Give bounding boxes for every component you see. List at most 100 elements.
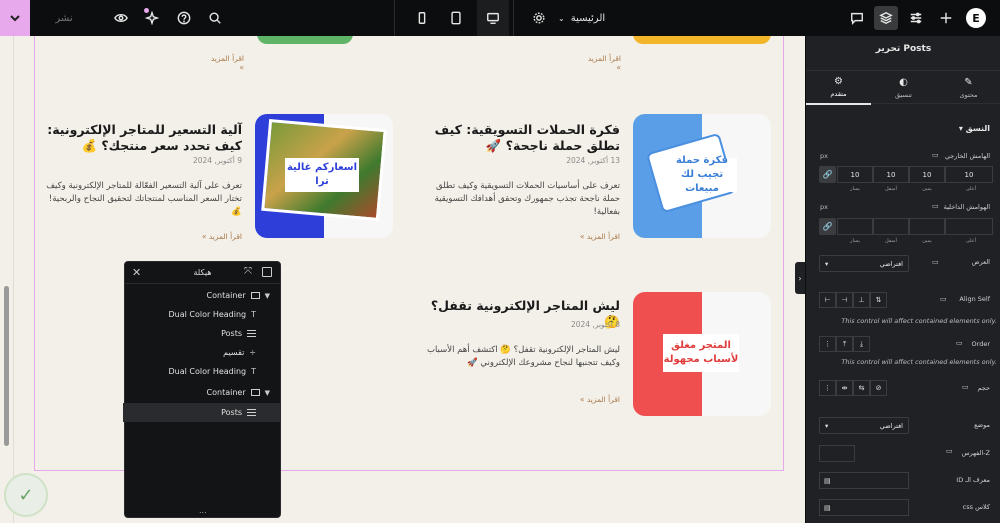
padding-bottom-input[interactable] xyxy=(873,218,909,235)
padding-right-input[interactable] xyxy=(909,218,945,235)
close-icon[interactable]: ✕ xyxy=(132,266,141,279)
post-thumb-partial xyxy=(633,36,771,44)
navigator-item-posts[interactable]: Posts xyxy=(123,403,280,422)
navigator-item-label: تقسيم xyxy=(223,348,245,357)
order-note: This control will affect contained eleme… xyxy=(841,358,997,366)
css-id-input[interactable]: ▤ xyxy=(819,472,909,489)
align-end-icon[interactable]: ⊥ xyxy=(853,292,870,308)
dynamic-tags-icon[interactable]: ▤ xyxy=(824,477,831,485)
margin-unit-select[interactable]: px xyxy=(820,152,828,160)
resize-handle[interactable]: ... xyxy=(199,506,207,515)
canvas-scrollbar[interactable] xyxy=(4,286,9,446)
padding-unit-select[interactable]: px xyxy=(820,203,828,211)
editor-canvas[interactable]: اقرأ المزيد » اقرأ المزيد » فكرة حملة تج… xyxy=(0,36,805,523)
padding-left-input[interactable] xyxy=(837,218,873,235)
site-settings-sliders-icon[interactable] xyxy=(907,6,925,30)
caret-down-icon[interactable]: ▼ xyxy=(265,389,270,397)
dock-icon[interactable] xyxy=(262,267,272,277)
position-label: موضع xyxy=(974,421,990,429)
align-start-icon[interactable]: ⊢ xyxy=(819,292,836,308)
margin-right-input[interactable]: 10 xyxy=(909,166,945,183)
chevron-down-icon: ▾ xyxy=(825,421,829,430)
position-select[interactable]: ▾ افتراضي xyxy=(819,417,909,434)
expand-all-icon[interactable]: ⤧ xyxy=(244,266,252,277)
mobile-device-icon[interactable] xyxy=(413,6,431,30)
post-thumbnail[interactable]: فكرة حملة تجيب لك مبيعات xyxy=(633,114,771,238)
order-first-icon[interactable]: ⤒ xyxy=(836,336,853,352)
link-values-icon[interactable]: 🔗 xyxy=(819,218,836,235)
navigator-item-posts[interactable]: Posts xyxy=(123,324,280,343)
tab-advanced[interactable]: ⚙ متقدم xyxy=(806,71,871,105)
structure-navigator[interactable]: ✕ هيكلة ⤧ Container ▼ Dual Color Heading… xyxy=(123,261,281,518)
none-icon[interactable]: ⊘ xyxy=(870,380,887,396)
tab-style[interactable]: ◐ تنسيق xyxy=(871,71,936,105)
thumb-caption: المتجر مغلق لأسباب مجهولة xyxy=(663,334,739,372)
padding-top-input[interactable] xyxy=(945,218,993,235)
panel-tabs: ⚙ متقدم ◐ تنسيق ✎ محتوى xyxy=(806,70,1000,105)
css-classes-input[interactable]: ▤ xyxy=(819,499,909,516)
help-icon[interactable] xyxy=(175,6,193,30)
post-title[interactable]: آلية التسعير للمتاجر الإلكترونية: كيف تح… xyxy=(40,122,242,154)
structure-layers-icon[interactable] xyxy=(874,6,898,30)
margin-top-input[interactable]: 10 xyxy=(945,166,993,183)
align-stretch-icon[interactable]: ⇅ xyxy=(870,292,887,308)
width-select[interactable]: ▾ افتراضي xyxy=(819,255,909,272)
divider-icon: ÷ xyxy=(249,348,256,357)
posts-icon xyxy=(247,409,256,416)
elementor-logo[interactable]: E xyxy=(966,8,986,28)
read-more-link[interactable]: اقرأ المزيد » xyxy=(581,54,621,72)
more-options-icon[interactable]: ⋮ xyxy=(819,380,836,396)
side-label: يمين xyxy=(922,186,932,192)
read-more-link[interactable]: اقرأ المزيد » xyxy=(560,232,620,241)
grow-icon[interactable]: ⇹ xyxy=(836,380,853,396)
side-label: أسفل xyxy=(885,186,897,192)
z-index-input[interactable] xyxy=(819,445,855,462)
post-date: 9 أكتوبر, 2024 xyxy=(192,156,242,165)
preview-eye-icon[interactable] xyxy=(112,6,130,30)
dynamic-tags-icon[interactable]: ▤ xyxy=(824,504,831,512)
navigator-item-heading[interactable]: Dual Color Heading T xyxy=(123,305,280,324)
tab-content[interactable]: ✎ محتوى xyxy=(936,71,1000,105)
search-icon[interactable] xyxy=(206,6,224,30)
link-values-icon[interactable]: 🔗 xyxy=(819,166,836,183)
ai-sparkle-icon[interactable] xyxy=(143,6,161,30)
navigator-item-label: Posts xyxy=(221,329,242,338)
post-thumbnail[interactable]: المتجر مغلق لأسباب مجهولة xyxy=(633,292,771,416)
post-thumb-partial xyxy=(257,36,353,44)
panel-collapse-chevron-icon[interactable]: › xyxy=(795,262,805,294)
align-self-buttons: ⊢ ⊣ ⊥ ⇅ xyxy=(819,292,887,308)
navigator-item-container[interactable]: Container ▼ xyxy=(123,286,280,305)
canvas-gutter xyxy=(0,36,14,523)
read-more-link[interactable]: اقرأ المزيد » xyxy=(560,395,620,404)
shrink-icon[interactable]: ⇆ xyxy=(853,380,870,396)
size-label: حجم xyxy=(977,384,990,392)
navigator-item-label: Posts xyxy=(221,408,242,417)
caret-down-icon[interactable]: ▼ xyxy=(265,292,270,300)
align-center-icon[interactable]: ⊣ xyxy=(836,292,853,308)
post-excerpt: تعرف على آلية التسعير الفعّالة للمتاجر ا… xyxy=(46,181,242,217)
navigator-item-container[interactable]: Container ▼ xyxy=(123,383,280,402)
post-excerpt: تعرف على أساسيات الحملات التسويقية وكيف … xyxy=(434,181,620,217)
margin-left-input[interactable]: 10 xyxy=(837,166,873,183)
page-settings-gear-icon[interactable] xyxy=(530,6,548,30)
publish-button[interactable]: نشر xyxy=(32,6,96,30)
navigator-item-heading[interactable]: Dual Color Heading T xyxy=(123,362,280,381)
order-last-icon[interactable]: ⤓ xyxy=(853,336,870,352)
post-title[interactable]: فكرة الحملات التسويقية: كيف تطلق حملة نا… xyxy=(420,122,620,154)
more-options-icon[interactable]: ⋮ xyxy=(819,336,836,352)
publish-options-button[interactable] xyxy=(0,0,30,36)
comments-icon[interactable] xyxy=(848,6,866,30)
margin-bottom-input[interactable]: 10 xyxy=(873,166,909,183)
add-element-plus-icon[interactable] xyxy=(937,6,955,30)
read-more-link[interactable]: اقرأ المزيد » xyxy=(182,232,242,241)
panel-title: تحرير Posts xyxy=(875,44,932,54)
read-more-link[interactable]: اقرأ المزيد » xyxy=(204,54,244,72)
page-selector[interactable]: ⌄ الرئيسية xyxy=(558,8,605,28)
navigator-item-divider[interactable]: تقسيم ÷ xyxy=(123,343,280,362)
desktop-monitor-icon: ▭ xyxy=(932,258,939,266)
post-thumbnail[interactable]: اسعاركم غالية ترا xyxy=(255,114,393,238)
desktop-device-icon[interactable] xyxy=(477,0,509,36)
section-layout-title[interactable]: النسق ▾ xyxy=(959,124,990,133)
tablet-device-icon[interactable] xyxy=(447,6,465,30)
caret-down-icon: ▾ xyxy=(958,124,963,133)
